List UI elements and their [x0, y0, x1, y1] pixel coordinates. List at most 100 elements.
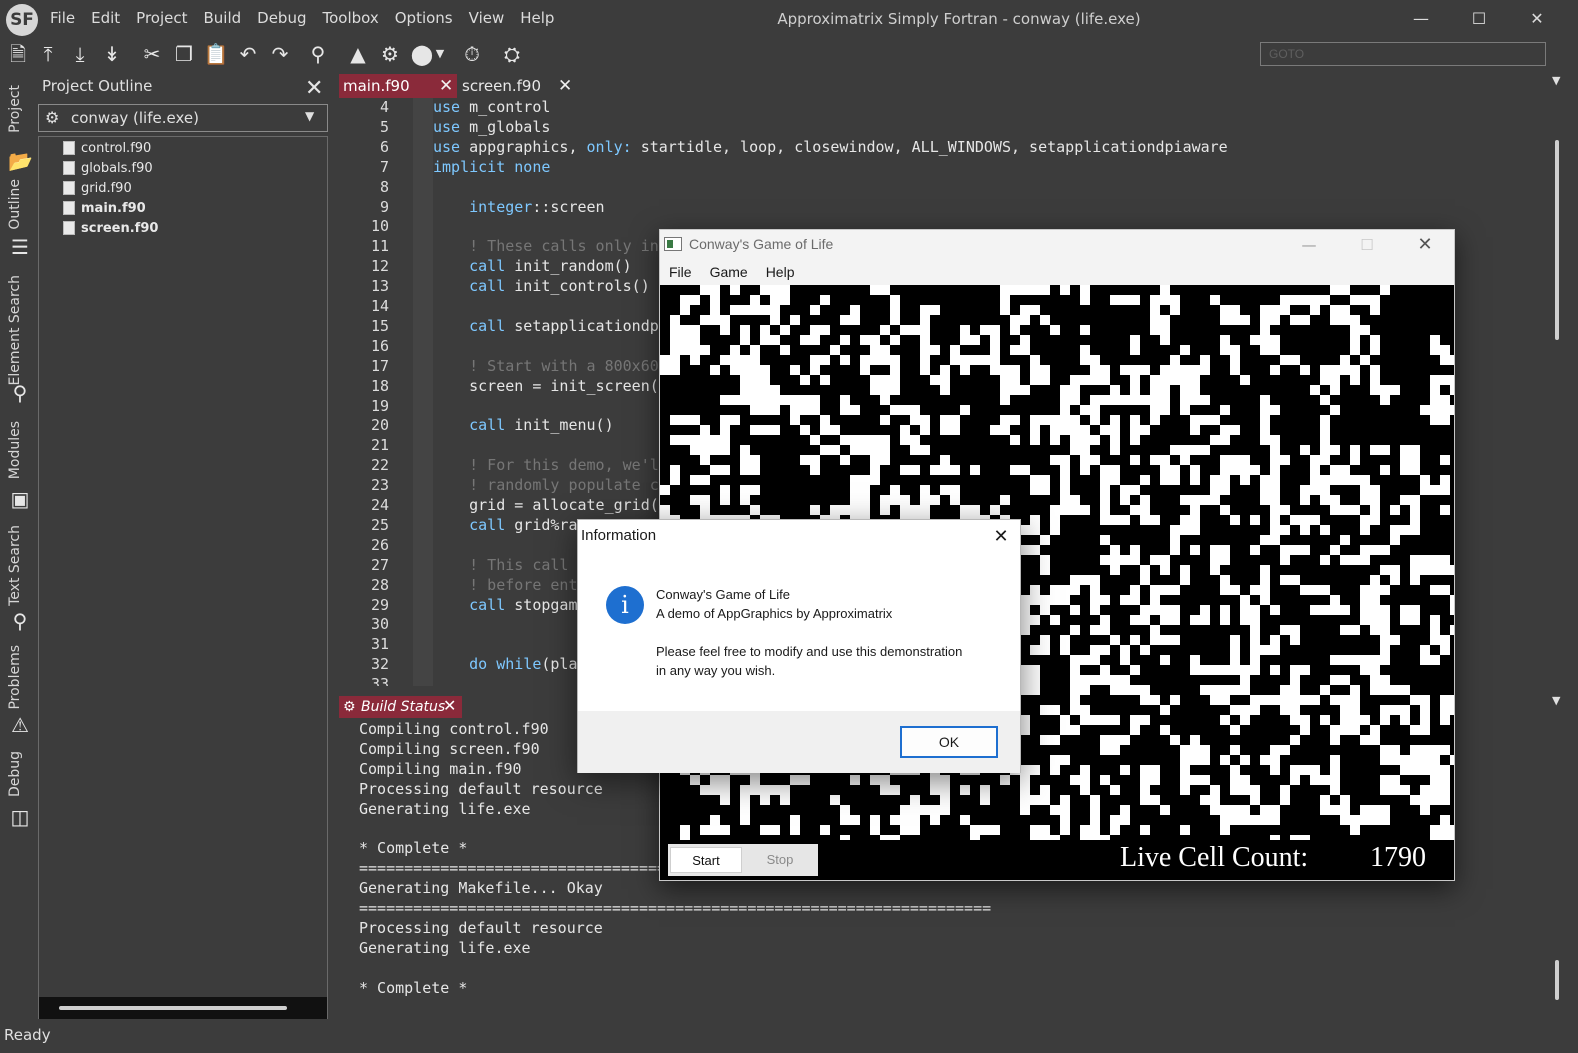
app-logo[interactable]: SF — [6, 4, 38, 36]
undo-icon[interactable]: ↶ — [234, 40, 262, 68]
tab-screen-f90[interactable]: screen.f90 ✕ — [458, 74, 576, 98]
redo-icon[interactable]: ↷ — [266, 40, 294, 68]
live-cell — [1330, 805, 1340, 815]
ok-button[interactable]: OK — [900, 726, 998, 758]
close-icon[interactable]: ✕ — [439, 74, 453, 98]
live-cell — [710, 465, 720, 475]
cut-icon[interactable]: ✂ — [138, 40, 166, 68]
life-menu-file[interactable]: File — [669, 260, 692, 285]
menu-build[interactable]: Build — [204, 9, 242, 27]
code-token: ! This call — [433, 555, 569, 574]
upload-icon[interactable]: ⤒ — [34, 40, 62, 68]
tree-item-globals[interactable]: globals.f90 — [63, 159, 153, 177]
maximize-button[interactable]: ☐ — [1456, 4, 1502, 34]
tab-build-status[interactable]: ⚙ Build Status ✕ — [339, 696, 462, 718]
close-icon[interactable]: ✕ — [558, 74, 572, 98]
project-select[interactable]: ⚙ conway (life.exe) ▼ — [38, 104, 328, 132]
download-icon[interactable]: ⤓ — [66, 40, 94, 68]
tree-item-control[interactable]: control.f90 — [63, 139, 151, 157]
live-cell — [1170, 605, 1180, 615]
live-cell — [1070, 445, 1080, 455]
tree-item-grid[interactable]: grid.f90 — [63, 179, 132, 197]
menu-debug[interactable]: Debug — [257, 9, 306, 27]
copy-icon[interactable]: ❐ — [170, 40, 198, 68]
search-icon[interactable]: ⚲ — [304, 40, 332, 68]
life-maximize-button[interactable]: ☐ — [1344, 232, 1390, 258]
chevron-down-icon[interactable]: ▼ — [1552, 74, 1560, 87]
side-tab-label: Problems — [7, 645, 23, 710]
menu-project[interactable]: Project — [136, 9, 187, 27]
side-tab-debug[interactable]: Debug ◫ — [4, 751, 36, 831]
close-button[interactable]: ✕ — [1514, 4, 1560, 34]
download-all-icon[interactable]: ↡ — [98, 40, 126, 68]
live-cell — [1080, 405, 1090, 415]
life-minimize-button[interactable]: — — [1286, 232, 1332, 258]
stop-button[interactable]: Stop — [744, 847, 816, 873]
dropdown-arrow-icon[interactable]: ▼ — [432, 40, 448, 68]
side-tab-modules[interactable]: Modules ▣ — [4, 421, 36, 511]
live-cell — [1200, 775, 1210, 785]
run-icon[interactable]: ⏱ — [458, 40, 486, 68]
live-cell — [1000, 495, 1010, 505]
live-cell — [1130, 615, 1140, 625]
live-cell — [1140, 395, 1150, 405]
side-tab-text-search[interactable]: Text Search ⚲ — [4, 525, 36, 635]
live-cell — [1420, 785, 1430, 795]
close-icon[interactable]: ✕ — [443, 695, 456, 717]
build-gear-icon[interactable]: ⚙ — [376, 40, 404, 68]
live-cell — [870, 435, 880, 445]
live-cell — [930, 305, 940, 315]
goto-input[interactable] — [1260, 42, 1546, 66]
horizontal-scrollbar[interactable] — [59, 1006, 287, 1010]
live-cell — [1210, 795, 1220, 805]
live-cell — [1230, 655, 1240, 665]
live-cell — [890, 365, 900, 375]
live-cell — [1330, 315, 1340, 325]
build-output-line: ========================================… — [359, 899, 992, 918]
live-cell — [740, 305, 750, 315]
dialog-close-button[interactable]: ✕ — [986, 523, 1016, 549]
live-cell — [1340, 305, 1350, 315]
vertical-scrollbar[interactable] — [1555, 140, 1559, 340]
live-cell — [1040, 375, 1050, 385]
live-cell — [1440, 795, 1450, 805]
live-cell — [1290, 545, 1300, 555]
live-cell — [1250, 815, 1260, 825]
tree-item-screen[interactable]: screen.f90 — [63, 219, 158, 237]
side-tab-project[interactable]: Project 📂 — [4, 85, 36, 173]
side-tab-element-search[interactable]: Element Search ⚲ — [4, 275, 36, 405]
new-file-icon[interactable]: 🗎 — [4, 40, 32, 68]
side-tab-problems[interactable]: Problems ⚠ — [4, 645, 36, 739]
paste-icon[interactable]: 📋 — [202, 40, 230, 68]
live-cell — [1380, 625, 1390, 635]
menu-view[interactable]: View — [469, 9, 505, 27]
live-cell — [1230, 745, 1240, 755]
close-icon[interactable]: ✕ — [305, 76, 323, 101]
tab-main-f90[interactable]: main.f90 ✕ — [339, 74, 457, 98]
chevron-down-icon[interactable]: ▼ — [1552, 694, 1560, 707]
side-tab-outline[interactable]: Outline ☰ — [4, 179, 36, 259]
menu-help[interactable]: Help — [520, 9, 554, 27]
debug-bug-icon[interactable]: ⛭ — [498, 40, 526, 68]
live-cell — [1270, 315, 1280, 325]
life-menu-help[interactable]: Help — [766, 260, 795, 285]
live-cell — [1150, 765, 1160, 775]
clean-icon[interactable]: ▲ — [344, 40, 372, 68]
live-cell — [720, 425, 730, 435]
live-cell — [740, 445, 750, 455]
minimize-button[interactable]: — — [1398, 4, 1444, 34]
live-cell — [1070, 385, 1080, 395]
live-cell — [1070, 435, 1080, 445]
life-close-button[interactable]: ✕ — [1402, 232, 1448, 258]
menu-options[interactable]: Options — [395, 9, 453, 27]
start-button[interactable]: Start — [670, 847, 742, 873]
live-cell — [1330, 755, 1340, 765]
live-cell — [1290, 775, 1300, 785]
live-cell — [1200, 495, 1210, 505]
vertical-scrollbar[interactable] — [1555, 960, 1559, 1000]
tree-item-main[interactable]: main.f90 — [63, 199, 146, 217]
menu-file[interactable]: File — [50, 9, 75, 27]
menu-toolbox[interactable]: Toolbox — [323, 9, 379, 27]
menu-edit[interactable]: Edit — [91, 9, 120, 27]
life-menu-game[interactable]: Game — [710, 260, 748, 285]
